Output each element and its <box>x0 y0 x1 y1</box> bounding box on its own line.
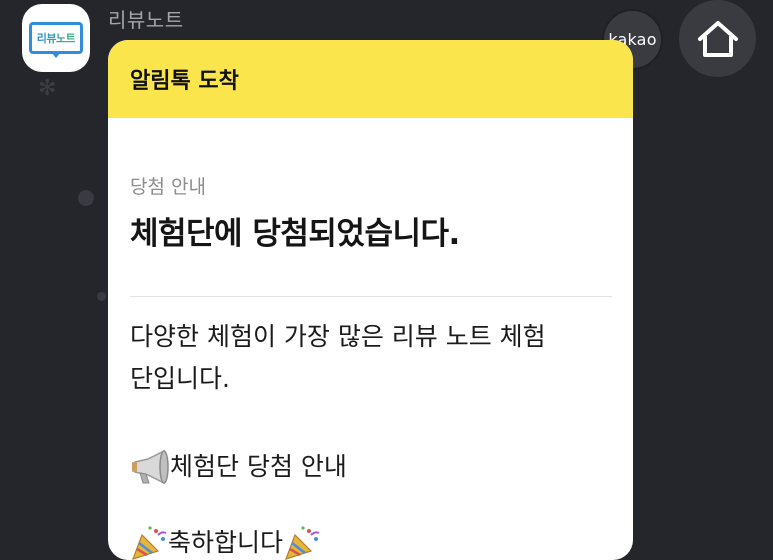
message-headline: 체험단에 당첨되었습니다. <box>130 216 460 252</box>
divider <box>130 296 612 297</box>
notice-label: 체험단 당첨 안내 <box>170 452 347 481</box>
notice-row: 체험단 당첨 안내 <box>130 442 620 492</box>
snowflake-decoration: ✻ <box>38 76 57 101</box>
body-line: 단입니다. <box>130 364 230 393</box>
sender-avatar[interactable]: 리뷰노트 <box>22 4 90 72</box>
home-button[interactable] <box>679 0 756 77</box>
background-dot <box>97 292 106 301</box>
congrats-row: 축하합니다 <box>130 518 620 560</box>
megaphone-icon <box>132 449 169 485</box>
body-line: 다양한 체험이 가장 많은 리뷰 노트 체험 <box>130 322 546 351</box>
header-title: 알림톡 도착 <box>130 69 239 94</box>
congrats-label: 축하합니다 <box>168 528 284 557</box>
logo-text: 리뷰노트 <box>36 32 76 45</box>
party-popper-icon <box>132 526 167 560</box>
message-bubble: 알림톡 도착 당첨 안내 체험단에 당첨되었습니다. 다양한 체험이 가장 많은… <box>108 40 633 560</box>
sender-name: 리뷰노트 <box>108 8 184 32</box>
party-popper-icon <box>285 526 320 560</box>
background-dot <box>78 190 94 206</box>
bubble-header: 알림톡 도착 <box>108 40 633 118</box>
message-body: 다양한 체험이 가장 많은 리뷰 노트 체험 단입니다. 체험단 당첨 안내 축… <box>130 316 620 560</box>
home-icon <box>697 20 738 57</box>
book-logo-icon: 리뷰노트 <box>29 22 83 54</box>
message-subtitle: 당첨 안내 <box>130 176 206 198</box>
